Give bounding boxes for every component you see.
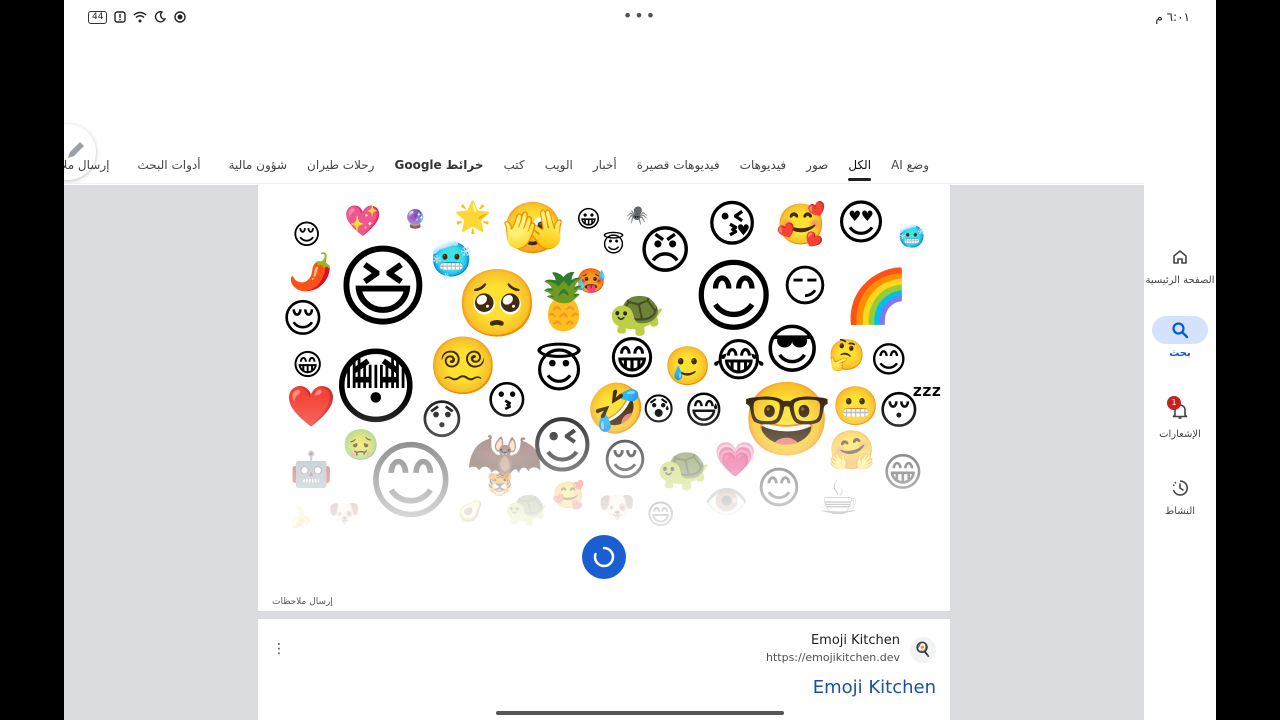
emoji-item[interactable]: 😇 xyxy=(534,347,584,395)
emoji-item[interactable]: 😉 xyxy=(530,415,595,477)
side-nav-rail: الصفحة الرئيسية بحث 1 الإشعارات النشاط xyxy=(1144,185,1216,720)
emoji-item[interactable]: 😇 xyxy=(602,235,625,257)
emoji-item[interactable]: 😏 xyxy=(782,265,828,309)
tab-images[interactable]: صور xyxy=(796,149,838,181)
emoji-item[interactable]: 🍍 xyxy=(530,275,597,329)
loading-spinner[interactable] xyxy=(582,535,626,579)
nav-search-label: بحث xyxy=(1169,348,1191,359)
nav-home[interactable]: الصفحة الرئيسية xyxy=(1144,243,1216,286)
emoji-item[interactable]: 🤗 xyxy=(828,431,875,469)
tab-maps[interactable]: خرائط Google xyxy=(384,149,493,181)
emoji-item[interactable]: 🥑 xyxy=(458,501,483,521)
emoji-item[interactable]: 😁 xyxy=(608,335,656,381)
nav-notifications[interactable]: 1 الإشعارات xyxy=(1144,396,1216,440)
emoji-item[interactable]: 😀 xyxy=(576,207,601,231)
emoji-item[interactable]: 😊 xyxy=(870,343,908,379)
emoji-item[interactable]: 😎 xyxy=(764,323,820,377)
result-url[interactable]: https://emojikitchen.dev xyxy=(766,651,900,664)
search-tools-button[interactable]: أدوات البحث xyxy=(128,149,211,181)
home-icon xyxy=(1152,243,1208,271)
emoji-item[interactable]: 😁 xyxy=(292,351,323,381)
emoji-item[interactable]: 😊 xyxy=(756,467,802,511)
emoji-item[interactable]: 😊 xyxy=(692,257,775,337)
status-time: ٦:٠١ م xyxy=(1155,10,1190,24)
emoji-item[interactable]: ☕ xyxy=(818,475,859,521)
home-indicator[interactable] xyxy=(496,711,784,715)
emoji-item[interactable]: 🤔 xyxy=(828,341,865,371)
emoji-item[interactable]: 🐢 xyxy=(608,289,665,335)
emoji-item[interactable]: 👁️ xyxy=(704,485,749,521)
emoji-kitchen-card: 😌 💖 🔮 🌟 🫣 😀 🕷️ 😘 🥰 😍 🥶 🌶️ 😆 🥶 😇 😠 😊 🥵 🥺 🍍 🐢 😏 🌈 😌 😁 😳 😵‍💫 😇 😁 🥲 😂 😎 🤔 😊 ❤️… xyxy=(258,185,950,611)
emoji-item[interactable]: 🥲 xyxy=(664,347,711,385)
emoji-item[interactable]: 😬 xyxy=(832,387,879,425)
emoji-item[interactable]: 🐢 xyxy=(504,491,549,527)
emoji-item[interactable]: 🌶️ xyxy=(288,255,333,291)
tab-ai-mode[interactable]: وضع AI xyxy=(881,149,939,181)
emoji-item[interactable]: 😠 xyxy=(638,225,692,277)
emoji-feedback-link[interactable]: إرسال ملاحظات xyxy=(272,597,333,607)
emoji-item[interactable]: 🥺 xyxy=(456,271,538,337)
emoji-item[interactable]: 😄 xyxy=(646,501,675,529)
emoji-item[interactable]: 😗 xyxy=(486,381,528,421)
emoji-item[interactable]: 🐶 xyxy=(598,493,635,523)
emoji-item[interactable]: 😊 xyxy=(366,439,456,525)
emoji-item[interactable]: 🔮 xyxy=(404,211,426,229)
search-result: 🍳 Emoji Kitchen https://emojikitchen.dev… xyxy=(258,619,950,720)
emoji-item[interactable]: ❤️ xyxy=(286,387,336,427)
nav-activity[interactable]: النشاط xyxy=(1144,474,1216,517)
emoji-item[interactable]: 😴 xyxy=(878,391,942,431)
nav-notifications-label: الإشعارات xyxy=(1159,429,1201,440)
result-title[interactable]: Emoji Kitchen xyxy=(813,677,936,698)
emoji-item[interactable]: 🌈 xyxy=(844,271,909,323)
emoji-item[interactable]: 😆 xyxy=(336,243,430,333)
emoji-item[interactable]: 🤣 xyxy=(586,385,646,433)
emoji-item[interactable]: 😌 xyxy=(602,439,648,483)
emoji-item[interactable]: 🌟 xyxy=(454,203,491,233)
emoji-item[interactable]: 😰 xyxy=(642,393,675,425)
emoji-item[interactable]: 🐶 xyxy=(328,501,360,527)
search-tabs: وضع AI الكل صور فيديوهات فيديوهات قصيرة … xyxy=(64,146,1144,184)
send-feedback-link[interactable]: إرسال ملاحظات xyxy=(64,149,120,181)
emoji-item[interactable]: 🍌 xyxy=(288,507,313,527)
screen: 44 ••• ٦:٠١ م وضع AI الكل صور فيديوهات ف… xyxy=(64,0,1216,720)
tab-books[interactable]: كتب xyxy=(493,149,534,181)
emoji-item[interactable]: 💗 xyxy=(714,443,756,477)
emoji-item[interactable]: 🥶 xyxy=(898,227,925,249)
tab-finance[interactable]: شؤون مالية xyxy=(219,149,297,181)
emoji-item[interactable]: 😳 xyxy=(332,345,420,429)
emoji-item[interactable]: 😁 xyxy=(882,453,924,493)
nav-search[interactable]: بحث xyxy=(1144,316,1216,359)
emoji-item[interactable]: 🥰 xyxy=(552,483,584,509)
notification-badge: 1 xyxy=(1167,396,1181,410)
result-site-name[interactable]: Emoji Kitchen xyxy=(811,633,900,648)
search-icon xyxy=(1152,316,1208,344)
emoji-item[interactable]: 💖 xyxy=(344,207,381,237)
tab-news[interactable]: أخبار xyxy=(583,149,627,181)
tab-short-videos[interactable]: فيديوهات قصيرة xyxy=(627,149,730,181)
tab-videos[interactable]: فيديوهات xyxy=(730,149,796,181)
bell-icon: 1 xyxy=(1152,396,1208,425)
emoji-item[interactable]: 🫣 xyxy=(502,203,564,253)
activity-icon xyxy=(1152,474,1208,502)
emoji-item[interactable]: 😌 xyxy=(282,299,324,339)
spinner-icon xyxy=(593,546,615,568)
emoji-item[interactable]: 🐢 xyxy=(656,447,711,491)
nav-activity-label: النشاط xyxy=(1164,506,1196,517)
emoji-item[interactable]: 🤖 xyxy=(290,453,332,487)
emoji-item[interactable]: 😍 xyxy=(836,199,886,247)
emoji-item[interactable]: 😘 xyxy=(706,199,758,249)
emoji-item[interactable]: 😌 xyxy=(292,221,321,249)
tab-flights[interactable]: رحلات طيران xyxy=(297,149,384,181)
more-options-icon[interactable]: ⋮ xyxy=(272,641,286,657)
tab-all[interactable]: الكل xyxy=(838,149,881,181)
site-favicon: 🍳 xyxy=(910,637,936,663)
tab-web[interactable]: الويب xyxy=(535,149,583,181)
emoji-item[interactable]: 😅 xyxy=(684,391,724,429)
window-dots[interactable]: ••• xyxy=(64,6,1216,25)
emoji-field[interactable]: 😌 💖 🔮 🌟 🫣 😀 🕷️ 😘 🥰 😍 🥶 🌶️ 😆 🥶 😇 😠 😊 🥵 🥺 🍍 🐢 😏 🌈 😌 😁 😳 😵‍💫 😇 😁 🥲 😂 😎 🤔 😊 ❤️… xyxy=(258,185,950,535)
emoji-item[interactable]: 🥰 xyxy=(776,205,826,245)
nav-home-label: الصفحة الرئيسية xyxy=(1145,275,1215,286)
